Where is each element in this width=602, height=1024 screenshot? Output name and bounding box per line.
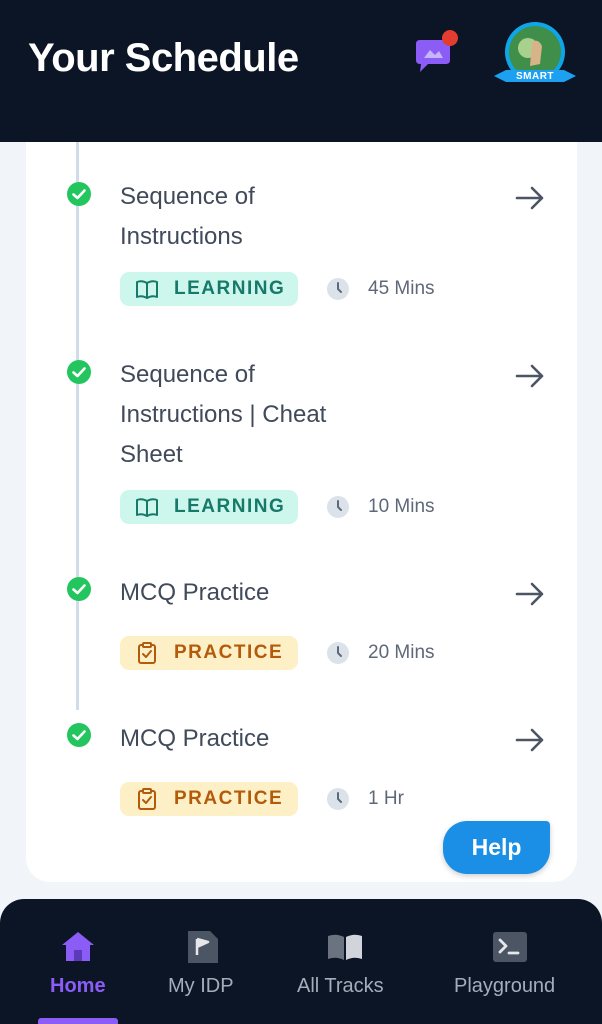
clipboard-check-icon [138, 788, 156, 810]
nav-item-home[interactable]: Home [30, 899, 130, 1024]
avatar-badge: SMART [515, 71, 555, 82]
check-circle-icon [67, 182, 91, 206]
arrow-right-icon[interactable] [514, 360, 546, 392]
book-icon [136, 280, 158, 299]
book-icon [136, 498, 158, 517]
item-title: Sequence of Instructions | Cheat Sheet [120, 361, 327, 468]
item-title: MCQ Practice [120, 725, 270, 752]
nav-item-my-idp[interactable]: My IDP [160, 899, 250, 1024]
nav-label: All Tracks [297, 975, 384, 997]
schedule-item[interactable]: Sequence of Instructions | Cheat Sheet L… [26, 342, 577, 532]
nav-label: My IDP [168, 975, 234, 997]
arrow-right-icon[interactable] [514, 724, 546, 756]
practice-badge: PRACTICE [120, 636, 298, 670]
nav-item-playground[interactable]: Playground [448, 899, 578, 1024]
page-title: Your Schedule [28, 36, 299, 80]
flag-document-icon [188, 931, 218, 963]
clock-icon [327, 496, 349, 518]
active-nav-indicator [38, 1018, 118, 1024]
app-header: Your Schedule SMART [0, 0, 602, 142]
duration: 10 Mins [326, 490, 435, 524]
chat-button[interactable] [410, 30, 462, 82]
nav-item-all-tracks[interactable]: All Tracks [290, 899, 400, 1024]
item-title: MCQ Practice [120, 579, 270, 606]
schedule-item[interactable]: MCQ Practice PRACTICE 20 Mins [26, 562, 577, 682]
schedule-item[interactable]: Sequence of Instructions LEARNING 45 Min… [26, 142, 577, 322]
schedule-card: Sequence of Instructions LEARNING 45 Min… [26, 142, 577, 882]
clock-icon [327, 278, 349, 300]
clipboard-check-icon [138, 642, 156, 664]
schedule-item[interactable]: MCQ Practice PRACTICE 1 Hr [26, 708, 577, 828]
check-circle-icon [67, 723, 91, 747]
item-title: Sequence of Instructions [120, 183, 255, 250]
check-circle-icon [67, 577, 91, 601]
avatar[interactable]: SMART [492, 20, 578, 92]
open-book-icon [328, 934, 362, 960]
home-icon [62, 932, 94, 961]
bottom-nav: Home My IDP All Tracks Playground [0, 899, 602, 1024]
learning-badge: LEARNING [120, 272, 298, 306]
chat-bubble-icon [416, 30, 458, 72]
nav-label: Home [50, 975, 106, 997]
terminal-icon [493, 932, 527, 962]
arrow-right-icon[interactable] [514, 182, 546, 214]
clock-icon [327, 642, 349, 664]
duration: 20 Mins [326, 636, 435, 670]
arrow-right-icon[interactable] [514, 578, 546, 610]
practice-badge: PRACTICE [120, 782, 298, 816]
learning-badge: LEARNING [120, 490, 298, 524]
duration: 1 Hr [326, 782, 404, 816]
clock-icon [327, 788, 349, 810]
notification-dot [442, 30, 458, 46]
nav-label: Playground [454, 975, 556, 997]
check-circle-icon [67, 360, 91, 384]
help-button[interactable]: Help [443, 821, 550, 874]
duration: 45 Mins [326, 272, 435, 306]
